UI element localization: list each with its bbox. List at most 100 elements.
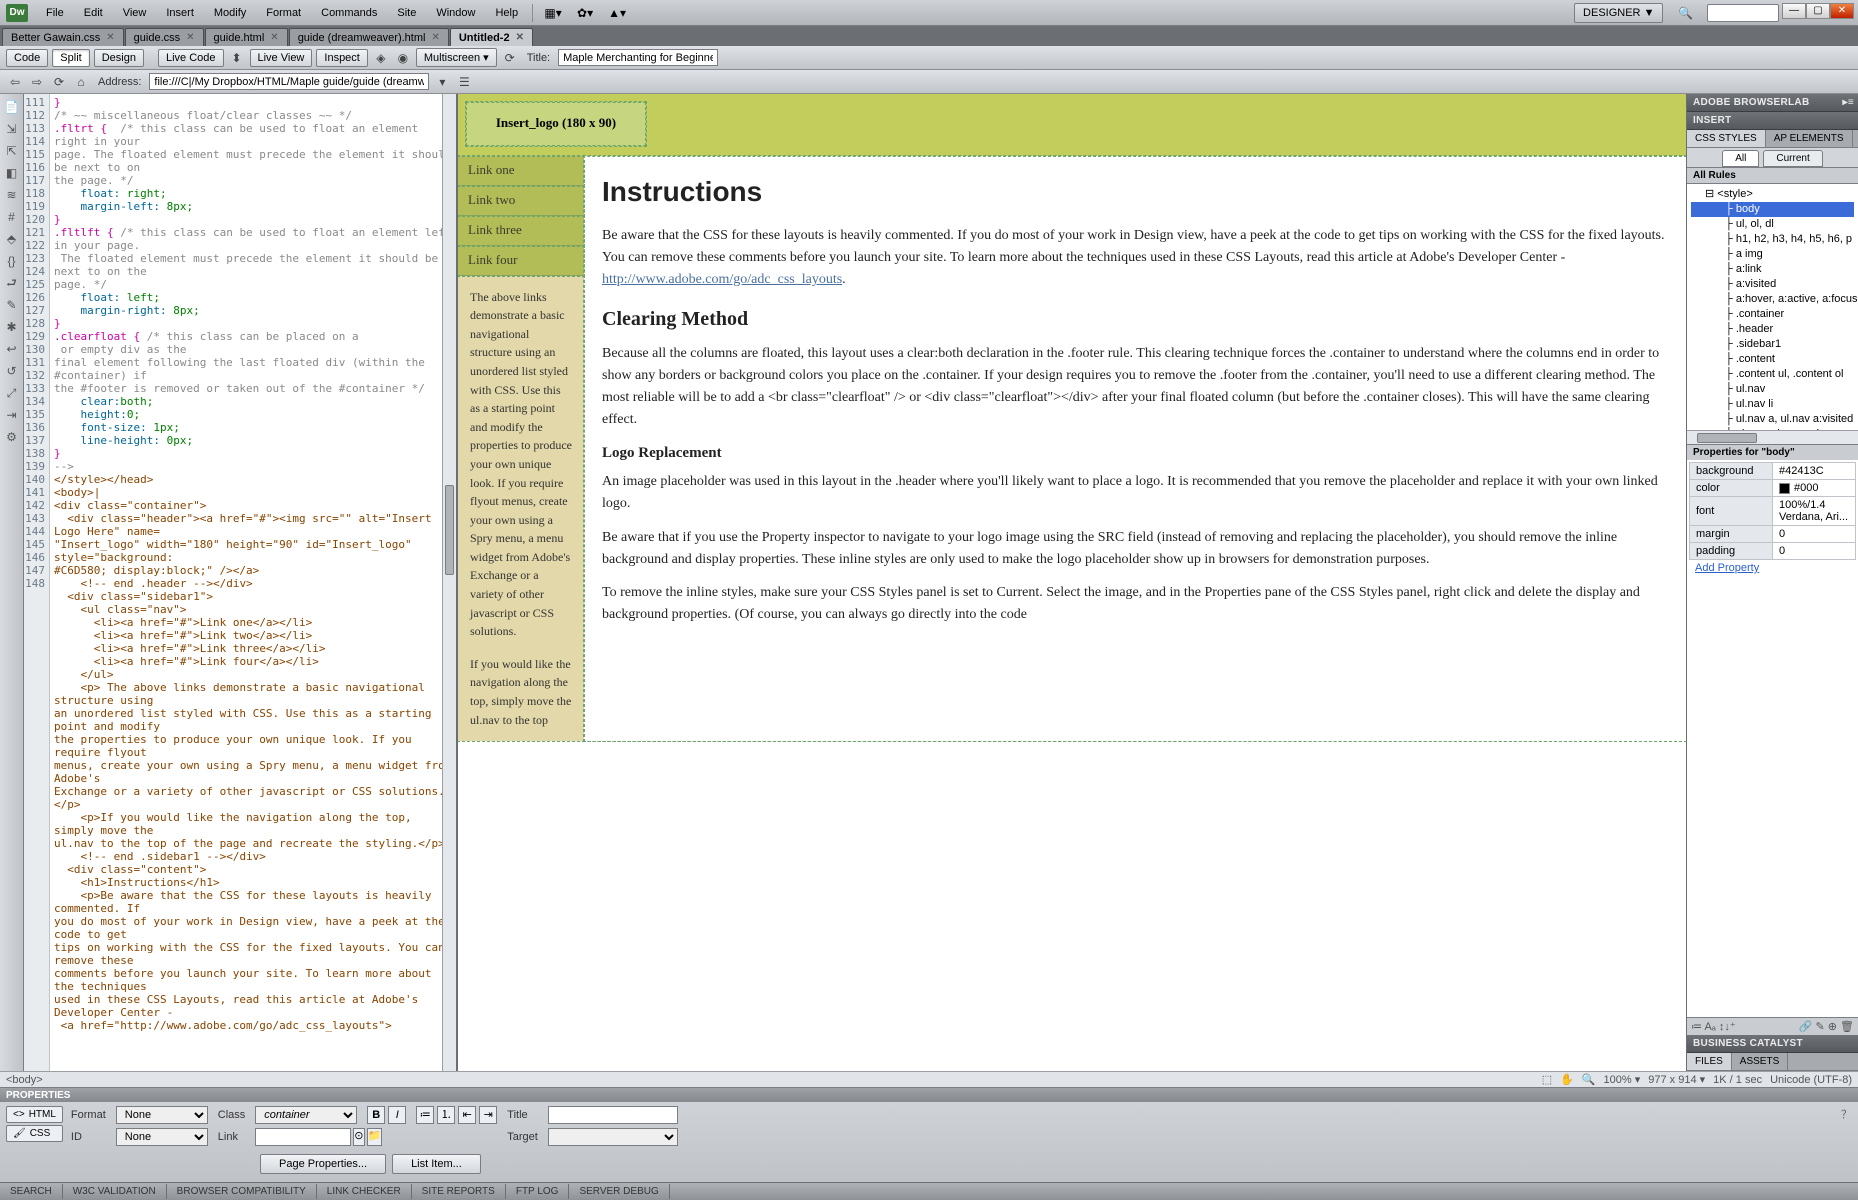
search-input[interactable] (1707, 4, 1779, 22)
css-rule-row[interactable]: ├ body (1691, 202, 1854, 217)
vis-aids-icon[interactable]: ◈ (372, 49, 390, 67)
close-button[interactable]: ✕ (1830, 3, 1854, 19)
close-tab-icon[interactable]: ✕ (431, 32, 439, 43)
line-numbers-icon[interactable]: # (3, 208, 21, 226)
code-pane[interactable]: 111 112 113 114 115 116 117 118 119 120 … (24, 94, 458, 1071)
css-rule-row[interactable]: ├ ul, ol, dl (1691, 217, 1854, 232)
css-rule-row[interactable]: ├ a:visited (1691, 277, 1854, 292)
document-tab[interactable]: Better Gawain.css✕ (2, 28, 124, 46)
menu-file[interactable]: File (36, 3, 74, 23)
address-field[interactable] (149, 73, 429, 90)
select-parent-icon[interactable]: ◧ (3, 164, 21, 182)
wrap-icon[interactable]: ↩ (3, 340, 21, 358)
zoom-tool-icon[interactable]: 🔍 (1582, 1073, 1596, 1086)
add-property-link[interactable]: Add Property (1689, 560, 1856, 576)
panel-browserlab[interactable]: ADOBE BROWSERLAB▸≡ (1687, 94, 1858, 112)
properties-header[interactable]: PROPERTIES (0, 1088, 1858, 1102)
outdent-button[interactable]: ⇤ (458, 1106, 476, 1124)
tab-all[interactable]: All (1722, 150, 1759, 167)
format-icon[interactable]: ⚙ (3, 428, 21, 446)
title-field[interactable] (558, 49, 718, 66)
close-tab-icon[interactable]: ✕ (516, 32, 524, 43)
list-item-button[interactable]: List Item... (392, 1154, 481, 1174)
design-view-button[interactable]: Design (94, 49, 144, 67)
point-to-file-icon[interactable]: ⊙ (353, 1128, 364, 1146)
css-rule-row[interactable]: ├ ul.nav (1691, 382, 1854, 397)
menu-insert[interactable]: Insert (156, 3, 204, 23)
home-icon[interactable]: ⌂ (72, 73, 90, 91)
new-rule-icon[interactable]: 🔗 ✎ ⊕ 🗑 (1799, 1020, 1854, 1033)
code-view-button[interactable]: Code (6, 49, 48, 67)
search-icon[interactable]: 🔍 (1675, 4, 1695, 22)
code-editor[interactable]: }/* ~~ miscellaneous float/clear classes… (50, 94, 456, 1071)
indent-icon[interactable]: ⇥ (3, 406, 21, 424)
results-tab[interactable]: W3C VALIDATION (63, 1184, 167, 1199)
layout-icon[interactable]: ▦▾ (543, 4, 563, 22)
preview-link[interactable]: http://www.adobe.com/go/adc_css_layouts (602, 272, 842, 287)
css-property-row[interactable]: padding0 (1690, 543, 1856, 560)
css-mode-button[interactable]: 🖌 CSS (6, 1125, 63, 1142)
tab-current[interactable]: Current (1763, 150, 1822, 167)
results-tab[interactable]: LINK CHECKER (317, 1184, 412, 1199)
liveview-button[interactable]: Live View (250, 49, 313, 67)
css-rule-row[interactable]: ├ .content ul, .content ol (1691, 367, 1854, 382)
scrollbar-thumb[interactable] (1697, 433, 1757, 443)
preview-nav-link[interactable]: Link one (458, 156, 584, 186)
italic-button[interactable]: I (388, 1106, 406, 1124)
props-list[interactable]: background#42413Ccolor#000font100%/1.4 V… (1687, 460, 1858, 1017)
panel-business-catalyst[interactable]: BUSINESS CATALYST (1687, 1035, 1858, 1053)
ol-button[interactable]: ⒈ (437, 1106, 455, 1124)
css-rule-row[interactable]: ├ a:link (1691, 262, 1854, 277)
multiscreen-button[interactable]: Multiscreen ▾ (416, 48, 497, 67)
refresh-icon[interactable]: ⟳ (501, 49, 519, 67)
rules-tree[interactable]: ⊟ <style>├ body├ ul, ol, dl├ h1, h2, h3,… (1687, 184, 1858, 430)
preview-logo-placeholder[interactable]: Insert_logo (180 x 90) (466, 102, 646, 146)
address-opts-icon[interactable]: ☰ (455, 73, 473, 91)
window-size[interactable]: 977 x 914 ▾ (1648, 1073, 1705, 1086)
expand-icon[interactable]: ⇱ (3, 142, 21, 160)
menu-help[interactable]: Help (485, 3, 528, 23)
indent-button[interactable]: ⇥ (479, 1106, 497, 1124)
bold-button[interactable]: B (367, 1106, 385, 1124)
close-tab-icon[interactable]: ✕ (186, 32, 194, 43)
preview-nav-link[interactable]: Link three (458, 216, 584, 246)
back-icon[interactable]: ⇦ (6, 73, 24, 91)
help-icon[interactable]: ？ (1841, 1106, 1852, 1122)
results-tab[interactable]: FTP LOG (506, 1184, 570, 1199)
open-docs-icon[interactable]: 📄 (3, 98, 21, 116)
livecode-button[interactable]: Live Code (158, 49, 224, 67)
format-select[interactable]: None (116, 1106, 208, 1124)
css-rule-row[interactable]: ├ ul.nav li (1691, 397, 1854, 412)
tag-path[interactable]: <body> (6, 1074, 43, 1086)
menu-modify[interactable]: Modify (204, 3, 256, 23)
hand-tool-icon[interactable]: ✋ (1560, 1073, 1574, 1086)
css-property-row[interactable]: font100%/1.4 Verdana, Ari... (1690, 497, 1856, 526)
comment-icon[interactable]: ✱ (3, 318, 21, 336)
css-rule-row[interactable]: ├ .header (1691, 322, 1854, 337)
target-select[interactable] (548, 1128, 678, 1146)
css-property-row[interactable]: margin0 (1690, 526, 1856, 543)
highlight-icon[interactable]: ⬘ (3, 230, 21, 248)
results-tab[interactable]: SITE REPORTS (412, 1184, 506, 1199)
css-rule-row[interactable]: ├ a img (1691, 247, 1854, 262)
maximize-button[interactable]: ▢ (1806, 3, 1830, 19)
css-rule-row[interactable]: ├ .container (1691, 307, 1854, 322)
document-tab[interactable]: guide.html✕ (205, 28, 288, 46)
site-icon[interactable]: ▲▾ (607, 4, 627, 22)
css-rule-row[interactable]: ├ ul.nav a, ul.nav a:visited (1691, 412, 1854, 427)
syntax-icon[interactable]: {} (3, 252, 21, 270)
preview-nav-link[interactable]: Link two (458, 186, 584, 216)
recent-icon[interactable]: ↺ (3, 362, 21, 380)
inspect-split-icon[interactable]: ⬍ (228, 49, 246, 67)
address-dropdown-icon[interactable]: ▾ (433, 73, 451, 91)
tab-css-styles[interactable]: CSS STYLES (1687, 130, 1766, 147)
class-select[interactable]: container (255, 1106, 357, 1124)
minimize-button[interactable]: — (1782, 3, 1806, 19)
results-tab[interactable]: SERVER DEBUG (569, 1184, 669, 1199)
select-tool-icon[interactable]: ⬚ (1542, 1073, 1552, 1086)
design-preview[interactable]: Insert_logo (180 x 90) Link oneLink twoL… (458, 94, 1686, 1071)
scrollbar-thumb[interactable] (445, 485, 454, 575)
id-select[interactable]: None (116, 1128, 208, 1146)
inspect-button[interactable]: Inspect (316, 49, 367, 67)
css-rule-row[interactable]: ⊟ <style> (1691, 187, 1854, 202)
